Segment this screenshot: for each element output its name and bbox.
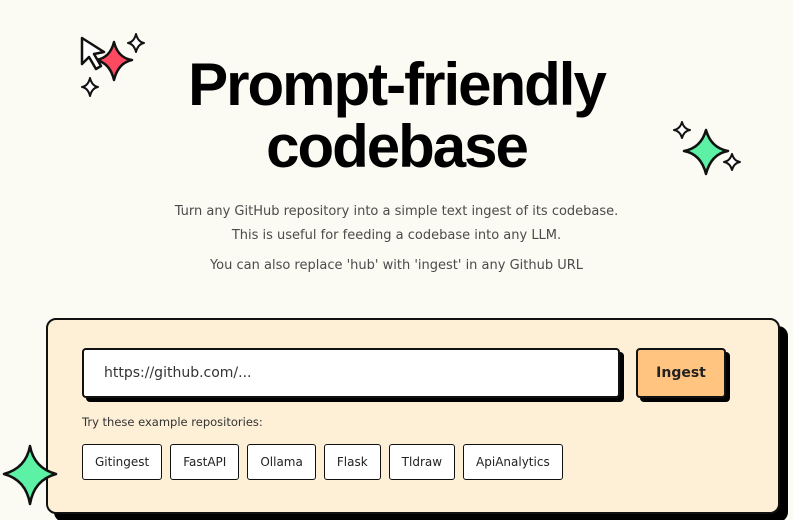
example-flask-button[interactable]: Flask <box>323 444 381 480</box>
description-line-2: This is useful for feeding a codebase in… <box>231 228 562 243</box>
example-ollama-button[interactable]: Ollama <box>247 444 316 480</box>
description-line-3: You can also replace 'hub' with 'ingest'… <box>209 258 584 273</box>
description-line-1: Turn any GitHub repository into a simple… <box>174 204 619 219</box>
example-apianalytics-button[interactable]: ApiAnalytics <box>463 444 563 480</box>
landing-page: Prompt-friendly codebase Turn any GitHub… <box>0 0 793 520</box>
repo-url-input[interactable] <box>82 348 620 398</box>
page-title: Prompt-friendly codebase <box>0 54 793 178</box>
examples-label: Try these example repositories: <box>82 415 263 429</box>
example-gitingest-button[interactable]: Gitingest <box>82 444 163 480</box>
example-fastapi-button[interactable]: FastAPI <box>170 444 240 480</box>
ingest-button[interactable]: Ingest <box>636 348 726 398</box>
example-repo-list: Gitingest FastAPI Ollama Flask Tldraw Ap… <box>82 444 563 480</box>
example-tldraw-button[interactable]: Tldraw <box>388 444 456 480</box>
star-icon <box>2 444 58 506</box>
title-line-2: codebase <box>266 113 529 180</box>
title-line-1: Prompt-friendly <box>188 51 607 118</box>
